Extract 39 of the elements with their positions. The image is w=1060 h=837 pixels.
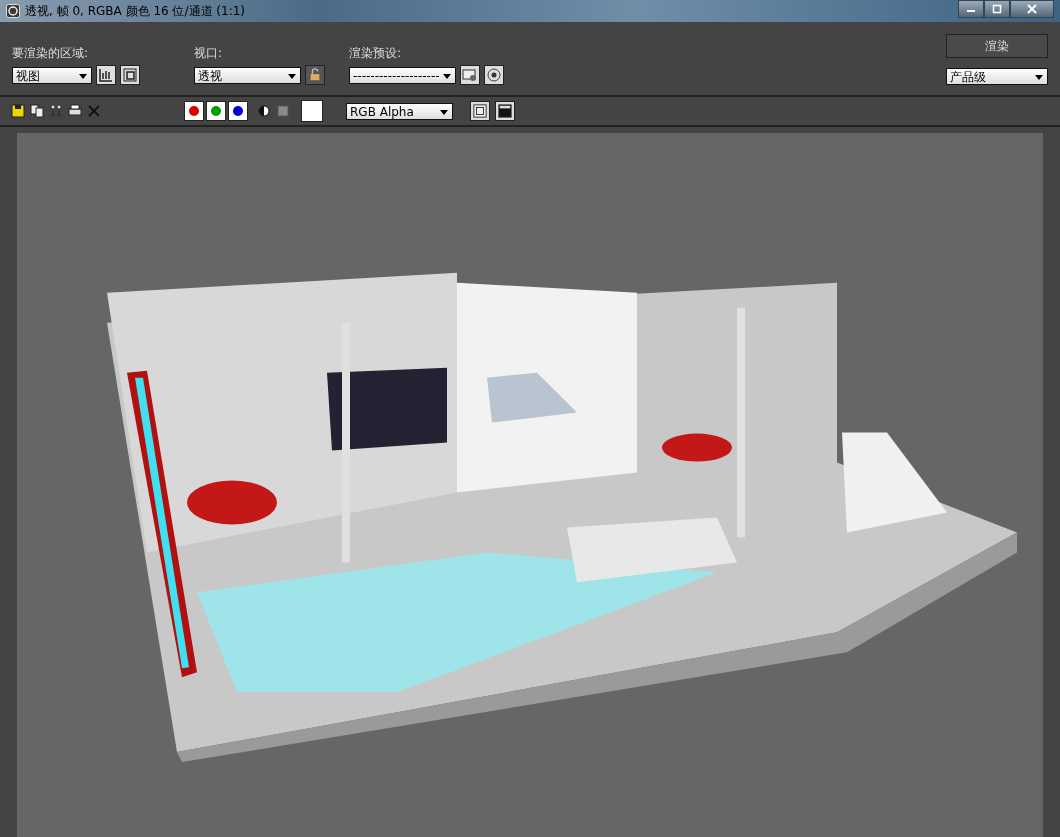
- toggle-overlay-button[interactable]: [495, 101, 515, 121]
- channel-toggle[interactable]: [206, 101, 226, 121]
- channel-toggle[interactable]: [228, 101, 248, 121]
- color-swatch[interactable]: [301, 100, 323, 122]
- caret-icon: [79, 73, 87, 79]
- viewport-dropdown[interactable]: 透视: [194, 66, 301, 84]
- close-icon: [1026, 4, 1038, 14]
- clear-color-icon[interactable]: [276, 104, 290, 118]
- area-dropdown[interactable]: 视图: [12, 66, 92, 84]
- print-icon[interactable]: [68, 104, 82, 118]
- save-icon[interactable]: [11, 104, 25, 118]
- maximize-button[interactable]: [984, 0, 1010, 18]
- window-title: 透视, 帧 0, RGBA 颜色 16 位/通道 (1:1): [25, 2, 246, 20]
- lock-button[interactable]: [305, 65, 325, 85]
- close-button[interactable]: [1010, 0, 1054, 18]
- minimize-button[interactable]: [958, 0, 984, 18]
- preset-dropdown[interactable]: --------------------: [349, 66, 456, 84]
- preset-label: 渲染预设:: [349, 45, 403, 62]
- lock-icon: [308, 68, 322, 82]
- quality-dropdown[interactable]: 产品级: [946, 68, 1048, 85]
- area-label: 要渲染的区域:: [12, 45, 90, 62]
- caret-icon: [288, 73, 296, 79]
- maximize-icon: [991, 4, 1003, 14]
- display-dropdown[interactable]: RGB Alpha: [346, 102, 453, 120]
- auto-region-button[interactable]: [120, 65, 140, 85]
- edit-region-button[interactable]: [96, 65, 116, 85]
- environment-button[interactable]: [484, 65, 504, 85]
- channel-toggle[interactable]: [184, 101, 204, 121]
- caret-icon: [1035, 75, 1043, 80]
- monochrome-icon[interactable]: [257, 104, 271, 118]
- caret-icon: [440, 109, 448, 115]
- viewport-label: 视口:: [194, 45, 224, 62]
- clone-icon[interactable]: [49, 104, 63, 118]
- render-button[interactable]: 渲染: [946, 34, 1048, 58]
- render-setup-button[interactable]: [460, 65, 480, 85]
- copy-icon[interactable]: [30, 104, 44, 118]
- caret-icon: [443, 73, 451, 79]
- app-icon: [6, 4, 20, 18]
- toggle-ui-button[interactable]: [470, 101, 490, 121]
